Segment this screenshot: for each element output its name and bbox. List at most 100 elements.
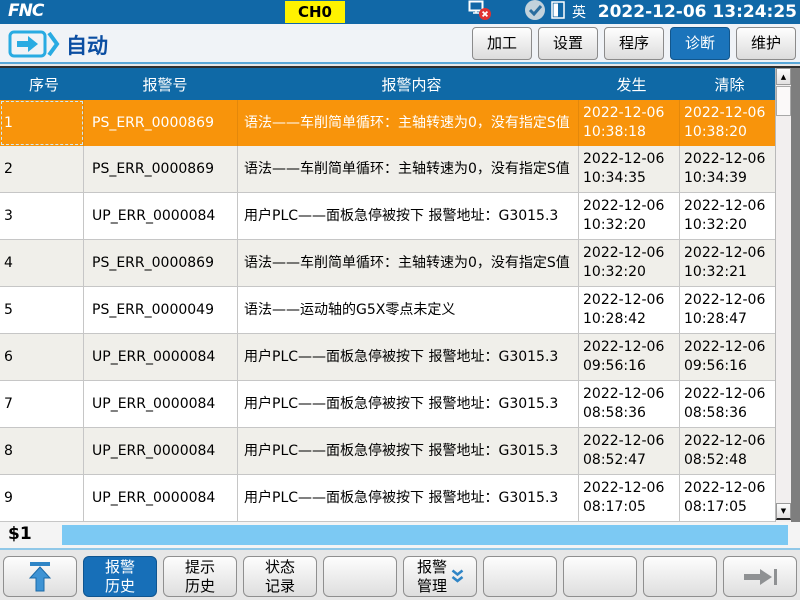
alarm-history-table: 序号报警号报警内容发生清除 1PS_ERR_0000869语法——车削简单循环：… (0, 66, 800, 522)
table-row[interactable]: 2PS_ERR_0000869语法——车削简单循环：主轴转速为0，没有指定S值2… (0, 146, 775, 193)
cell-code: UP_ERR_0000084 (84, 193, 238, 239)
cell-content: 语法——车削简单循环：主轴转速为0，没有指定S值 (238, 100, 579, 146)
cell-content: 用户PLC——面板急停被按下 报警地址：G3015.3 (238, 428, 579, 474)
tab-program[interactable]: 程序 (604, 27, 664, 60)
softkey-prompt-history[interactable]: 提示历史 (163, 556, 237, 597)
cell-occurred: 2022-12-06 08:58:36 (579, 381, 680, 427)
cell-no: 7 (0, 381, 84, 427)
cell-occurred: 2022-12-06 08:17:05 (579, 475, 680, 521)
chevron-double-down-icon (450, 569, 465, 584)
softkey-empty-4[interactable] (643, 556, 717, 597)
cell-code: UP_ERR_0000084 (84, 428, 238, 474)
cell-cleared: 2022-12-06 08:17:05 (680, 475, 775, 521)
tab-diagnosis[interactable]: 诊断 (670, 27, 730, 60)
cell-occurred: 2022-12-06 10:28:42 (579, 287, 680, 333)
cell-content: 语法——车削简单循环：主轴转速为0，没有指定S值 (238, 146, 579, 192)
softkey-label: 报警管理 (415, 558, 449, 595)
column-header: 报警号 (84, 68, 238, 100)
cell-content: 语法——运动轴的G5X零点未定义 (238, 287, 579, 333)
column-header: 报警内容 (238, 68, 579, 100)
scrollbar-thumb[interactable] (776, 86, 791, 116)
cell-code: PS_ERR_0000049 (84, 287, 238, 333)
cell-cleared: 2022-12-06 08:52:48 (680, 428, 775, 474)
book-icon (551, 1, 565, 23)
cell-occurred: 2022-12-06 09:56:16 (579, 334, 680, 380)
softkey-status-record[interactable]: 状态记录 (243, 556, 317, 597)
table-row[interactable]: 7UP_ERR_0000084用户PLC——面板急停被按下 报警地址：G3015… (0, 381, 775, 428)
table-row[interactable]: 4PS_ERR_0000869语法——车削简单循环：主轴转速为0，没有指定S值2… (0, 240, 775, 287)
cell-no: 8 (0, 428, 84, 474)
softkey-empty-1[interactable] (323, 556, 397, 597)
mode-bar: 自动 加工设置程序诊断维护 (0, 24, 800, 64)
softkey-scroll-top[interactable] (3, 556, 77, 597)
cell-no: 1 (0, 100, 84, 146)
vertical-scrollbar[interactable]: ▲ ▼ (775, 68, 791, 522)
cell-no: 2 (0, 146, 84, 192)
cell-code: UP_ERR_0000084 (84, 381, 238, 427)
status-bar: $1 (0, 522, 800, 548)
cell-occurred: 2022-12-06 10:34:35 (579, 146, 680, 192)
cell-code: PS_ERR_0000869 (84, 240, 238, 286)
cell-content: 用户PLC——面板急停被按下 报警地址：G3015.3 (238, 193, 579, 239)
cell-no: 6 (0, 334, 84, 380)
column-header: 清除 (680, 68, 775, 100)
cnc-screen: FNC CH0 (0, 0, 800, 600)
table-row[interactable]: 3UP_ERR_0000084用户PLC——面板急停被按下 报警地址：G3015… (0, 193, 775, 240)
cell-occurred: 2022-12-06 08:52:47 (579, 428, 680, 474)
cell-code: UP_ERR_0000084 (84, 475, 238, 521)
softkey-alarm-history[interactable]: 报警历史 (83, 556, 157, 597)
table-row[interactable]: 9UP_ERR_0000084用户PLC——面板急停被按下 报警地址：G3015… (0, 475, 775, 522)
softkey-next-page[interactable] (723, 556, 797, 597)
tab-maintenance[interactable]: 维护 (736, 27, 796, 60)
input-language-indicator[interactable]: 英 (572, 2, 586, 22)
column-header: 序号 (0, 68, 84, 100)
tab-settings[interactable]: 设置 (538, 27, 598, 60)
softkey-label: 状态记录 (263, 558, 297, 595)
cell-cleared: 2022-12-06 10:38:20 (680, 100, 775, 146)
softkey-label: 提示历史 (183, 558, 217, 595)
table-row[interactable]: 8UP_ERR_0000084用户PLC——面板急停被按下 报警地址：G3015… (0, 428, 775, 475)
cell-cleared: 2022-12-06 10:32:20 (680, 193, 775, 239)
cell-code: PS_ERR_0000869 (84, 146, 238, 192)
cell-code: PS_ERR_0000869 (84, 100, 238, 146)
softkey-label: 报警历史 (103, 558, 137, 595)
cell-no: 5 (0, 287, 84, 333)
cell-no: 9 (0, 475, 84, 521)
scroll-down-arrow[interactable]: ▼ (776, 503, 791, 520)
table-body: 1PS_ERR_0000869语法——车削简单循环：主轴转速为0，没有指定S值2… (0, 100, 775, 522)
topbar-status-icons: 英 (468, 0, 586, 24)
check-status-icon (524, 0, 546, 25)
cell-cleared: 2022-12-06 09:56:16 (680, 334, 775, 380)
cell-content: 用户PLC——面板急停被按下 报警地址：G3015.3 (238, 334, 579, 380)
mode-label: 自动 (66, 30, 108, 60)
cell-cleared: 2022-12-06 10:32:21 (680, 240, 775, 286)
column-header: 发生 (579, 68, 680, 100)
scroll-top-icon (27, 561, 53, 592)
table-row[interactable]: 1PS_ERR_0000869语法——车削简单循环：主轴转速为0，没有指定S值2… (0, 100, 775, 146)
brand-logo: FNC (8, 1, 43, 21)
tab-machining[interactable]: 加工 (472, 27, 532, 60)
cell-no: 3 (0, 193, 84, 239)
cell-content: 用户PLC——面板急停被按下 报警地址：G3015.3 (238, 381, 579, 427)
network-disconnected-icon (468, 0, 492, 25)
scroll-up-arrow[interactable]: ▲ (776, 68, 791, 85)
softkey-empty-3[interactable] (563, 556, 637, 597)
cell-cleared: 2022-12-06 10:34:39 (680, 146, 775, 192)
cell-code: UP_ERR_0000084 (84, 334, 238, 380)
cell-occurred: 2022-12-06 10:32:20 (579, 240, 680, 286)
softkey-empty-2[interactable] (483, 556, 557, 597)
table-header-row: 序号报警号报警内容发生清除 (0, 68, 775, 100)
table-row[interactable]: 6UP_ERR_0000084用户PLC——面板急停被按下 报警地址：G3015… (0, 334, 775, 381)
cell-content: 语法——车削简单循环：主轴转速为0，没有指定S值 (238, 240, 579, 286)
main-tabs: 加工设置程序诊断维护 (472, 27, 796, 60)
cell-cleared: 2022-12-06 08:58:36 (680, 381, 775, 427)
cell-occurred: 2022-12-06 10:38:18 (579, 100, 680, 146)
softkey-bar: 报警历史 提示历史 状态记录 报警管理 (0, 548, 800, 600)
channel-label: $1 (8, 524, 32, 544)
cell-content: 用户PLC——面板急停被按下 报警地址：G3015.3 (238, 475, 579, 521)
softkey-alarm-management[interactable]: 报警管理 (403, 556, 477, 597)
auto-mode-icon (8, 30, 60, 62)
datetime-display: 2022-12-06 13:24:25 (598, 2, 797, 22)
table-row[interactable]: 5PS_ERR_0000049语法——运动轴的G5X零点未定义2022-12-0… (0, 287, 775, 334)
status-progress-strip (62, 525, 788, 545)
